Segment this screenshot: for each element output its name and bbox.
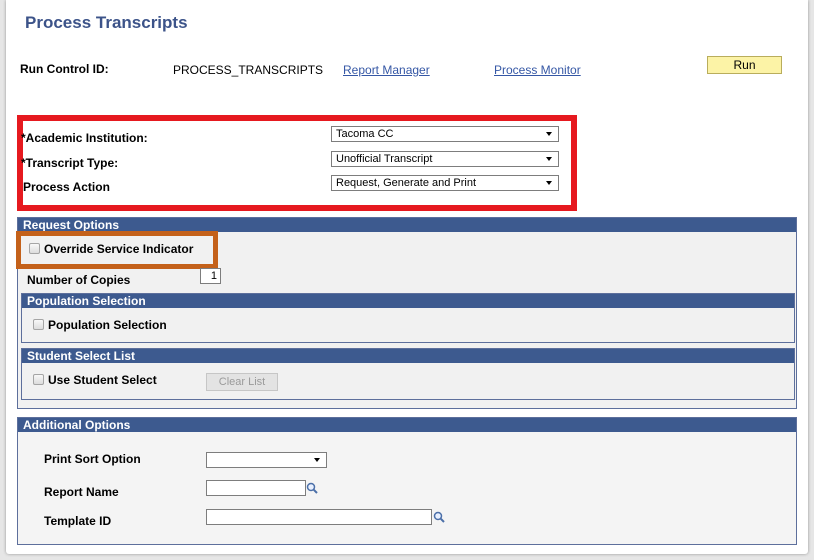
population-header: Population Selection	[22, 294, 794, 308]
report-manager-link[interactable]: Report Manager	[343, 63, 430, 77]
report-name-label: Report Name	[44, 485, 119, 499]
transcript-type-value: Unofficial Transcript	[336, 153, 433, 165]
dropdown-arrow-icon	[546, 132, 552, 136]
additional-options-header: Additional Options	[18, 418, 796, 432]
dropdown-arrow-icon	[546, 157, 552, 161]
template-id-input[interactable]	[206, 509, 432, 525]
run-button[interactable]: Run	[707, 56, 782, 74]
transcript-type-select[interactable]: Unofficial Transcript	[331, 151, 559, 167]
dropdown-arrow-icon	[546, 181, 552, 185]
page-container: Process Transcripts Run Control ID: PROC…	[6, 0, 808, 554]
process-action-label: Process Action	[23, 180, 110, 194]
process-action-value: Request, Generate and Print	[336, 177, 477, 189]
run-control-label: Run Control ID:	[20, 62, 109, 76]
dropdown-arrow-icon	[314, 458, 320, 462]
lookup-magnifier-icon[interactable]	[306, 482, 318, 494]
request-options-header: Request Options	[18, 218, 796, 232]
transcript-type-label: *Transcript Type:	[21, 156, 119, 170]
copies-input[interactable]: 1	[200, 268, 221, 284]
student-select-header: Student Select List	[22, 349, 794, 363]
template-id-label: Template ID	[44, 514, 112, 528]
lookup-magnifier-icon[interactable]	[433, 511, 445, 523]
student-select-checkbox[interactable]	[33, 374, 44, 385]
institution-value: Tacoma CC	[336, 128, 394, 140]
additional-options-group: Additional Options	[17, 417, 797, 545]
page-title: Process Transcripts	[25, 13, 188, 32]
student-select-label: Use Student Select	[48, 373, 157, 387]
population-label: Population Selection	[48, 318, 167, 332]
override-label: Override Service Indicator	[44, 242, 194, 256]
report-name-input[interactable]	[206, 480, 306, 496]
print-sort-select[interactable]	[206, 452, 327, 468]
institution-select[interactable]: Tacoma CC	[331, 126, 559, 142]
override-checkbox[interactable]	[29, 243, 40, 254]
population-checkbox[interactable]	[33, 319, 44, 330]
institution-label: *Academic Institution:	[21, 131, 148, 145]
copies-label: Number of Copies	[27, 273, 131, 287]
print-sort-label: Print Sort Option	[44, 452, 141, 466]
run-control-value: PROCESS_TRANSCRIPTS	[173, 63, 324, 77]
process-action-select[interactable]: Request, Generate and Print	[331, 175, 559, 191]
clear-list-button[interactable]: Clear List	[206, 373, 278, 391]
process-monitor-link[interactable]: Process Monitor	[494, 63, 581, 77]
